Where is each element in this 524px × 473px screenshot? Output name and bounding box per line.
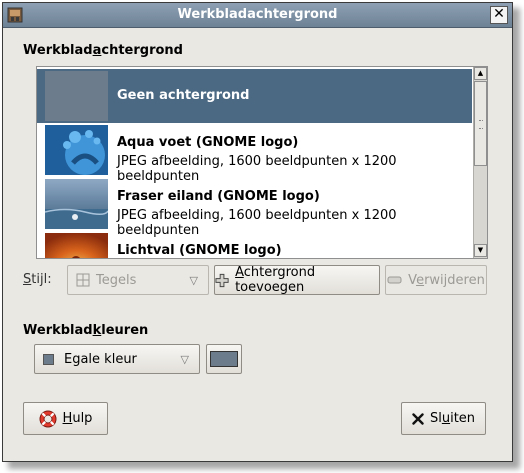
- label-accel: H: [62, 411, 73, 426]
- label-text: chtergrond toevoegen: [235, 265, 316, 295]
- wallpaper-name: Geen achtergrond: [117, 88, 250, 103]
- wallpaper-item-lichtval[interactable]: Lichtval (GNOME logo): [37, 231, 472, 258]
- chevron-down-icon: ▽: [189, 274, 198, 287]
- add-icon: [215, 273, 229, 287]
- label-accel: k: [92, 323, 102, 338]
- background-section-label: Werkbladachtergrond: [23, 43, 183, 58]
- scroll-thumb[interactable]: [474, 81, 487, 166]
- wallpaper-item-aqua[interactable]: Aqua voet (GNOME logo) JPEG afbeelding, …: [37, 123, 472, 184]
- close-button[interactable]: Sluiten: [401, 402, 486, 435]
- label-accel: A: [235, 265, 244, 280]
- add-background-button[interactable]: Achtergrond toevoegen: [214, 265, 380, 295]
- colors-section-label: Werkbladkleuren: [23, 323, 148, 338]
- label-text: Werkblad: [23, 43, 93, 58]
- wallpaper-name: Lichtval (GNOME logo): [117, 243, 282, 258]
- color-mode-swatch: [43, 353, 54, 365]
- color-mode-value: Egale kleur: [64, 351, 137, 367]
- list-scrollbar[interactable]: ▲ ▼: [473, 67, 487, 258]
- label-text: iten: [450, 411, 476, 426]
- dialog-window: Werkbladachtergrond ✕ Werkbladachtergron…: [2, 2, 513, 462]
- wallpaper-item-none[interactable]: Geen achtergrond: [37, 69, 472, 123]
- wallpaper-list[interactable]: Geen achtergrond Aqua voet (GNOME logo) …: [36, 66, 488, 259]
- title-bar[interactable]: Werkbladachtergrond ✕: [3, 3, 512, 28]
- tiles-icon: [76, 273, 90, 287]
- add-button-label: Achtergrond toevoegen: [235, 265, 379, 295]
- close-icon[interactable]: ✕: [490, 6, 508, 24]
- color-swatch: [210, 351, 238, 367]
- help-button-label: Hulp: [63, 411, 93, 426]
- remove-icon: [387, 276, 402, 284]
- style-combo[interactable]: Tegels ▽: [67, 265, 209, 295]
- window-title: Werkbladachtergrond: [177, 7, 338, 22]
- remove-background-button[interactable]: Verwijderen: [385, 265, 487, 295]
- help-button[interactable]: Hulp: [23, 402, 108, 435]
- label-accel: e: [416, 272, 425, 288]
- wallpaper-thumbnail: [45, 71, 108, 121]
- style-label: Stijl:: [23, 272, 52, 287]
- wallpaper-name: Aqua voet (GNOME logo): [117, 135, 299, 150]
- wallpaper-thumbnail: [45, 179, 108, 229]
- color-mode-combo[interactable]: Egale kleur ▽: [34, 344, 200, 374]
- label-accel: u: [441, 411, 451, 426]
- label-text: chtergrond: [101, 43, 183, 58]
- chevron-down-icon: ▽: [180, 353, 189, 366]
- label-text: tijl:: [31, 272, 52, 287]
- label-text: ulp: [72, 411, 93, 426]
- label-text: V: [408, 272, 417, 288]
- label-text: leuren: [101, 323, 149, 338]
- wallpaper-thumbnail: [45, 233, 108, 258]
- wallpaper-name: Fraser eiland (GNOME logo): [117, 189, 320, 204]
- label-text: rwijderen: [424, 272, 485, 288]
- remove-button-label: Verwijderen: [408, 273, 485, 288]
- color-picker-button[interactable]: [206, 344, 242, 374]
- close-x-icon: [412, 412, 424, 425]
- label-text: Werkblad: [23, 323, 93, 338]
- scroll-up-icon[interactable]: ▲: [474, 67, 487, 80]
- wallpaper-item-fraser[interactable]: Fraser eiland (GNOME logo) JPEG afbeeldi…: [37, 177, 472, 238]
- scroll-down-icon[interactable]: ▼: [474, 244, 487, 257]
- help-icon: [39, 410, 57, 427]
- label-text: Sl: [429, 411, 442, 426]
- wallpaper-thumbnail: [45, 125, 108, 175]
- close-button-label: Sluiten: [430, 411, 475, 426]
- scroll-grip: [479, 120, 483, 129]
- style-value: Tegels: [96, 272, 137, 288]
